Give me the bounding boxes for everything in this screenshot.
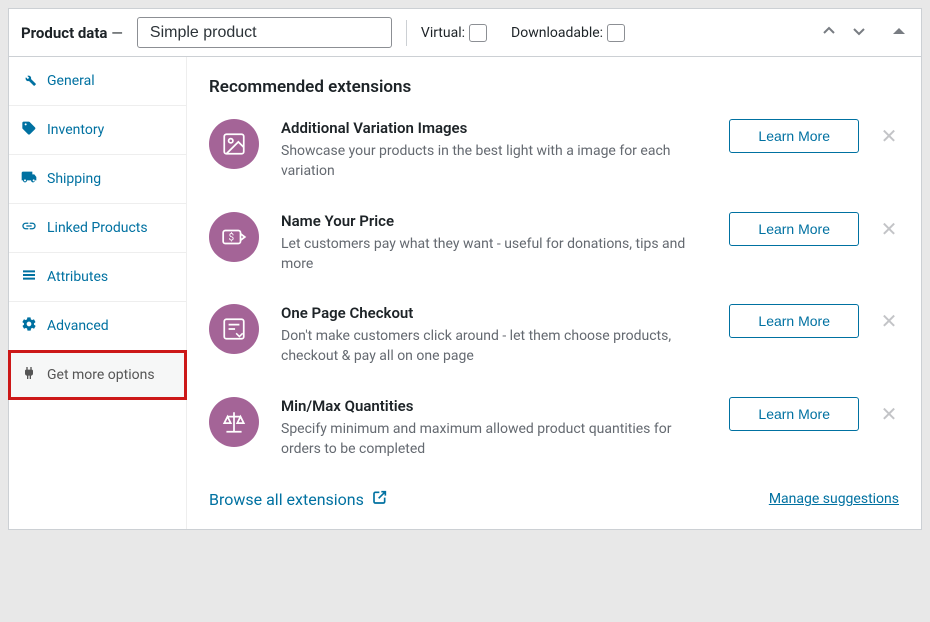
extension-body: Additional Variation Images Showcase you…	[281, 119, 707, 182]
tab-linked[interactable]: Linked Products	[9, 204, 186, 253]
wrench-icon	[21, 71, 37, 91]
manage-suggestions-link[interactable]: Manage suggestions	[769, 491, 899, 507]
extension-desc: Let customers pay what they want - usefu…	[281, 234, 707, 275]
product-type-select[interactable]: Simple product	[137, 17, 392, 48]
product-type-wrap: Simple product	[137, 17, 392, 48]
close-icon[interactable]: ✕	[879, 309, 899, 333]
extension-actions: Learn More ✕	[729, 304, 899, 338]
extension-desc: Showcase your products in the best light…	[281, 141, 707, 182]
move-down-icon[interactable]	[849, 21, 869, 45]
gear-icon	[21, 316, 37, 336]
panel-title: Product data —	[21, 24, 123, 42]
extension-desc: Specify minimum and maximum allowed prod…	[281, 419, 707, 460]
tab-linked-label: Linked Products	[47, 220, 148, 236]
extension-title: Additional Variation Images	[281, 119, 707, 137]
price-tag-icon: $	[209, 212, 259, 262]
product-type-checks: Virtual: Downloadable:	[421, 24, 625, 42]
svg-text:$: $	[229, 232, 234, 243]
downloadable-check[interactable]: Downloadable:	[511, 24, 625, 42]
extension-actions: Learn More ✕	[729, 212, 899, 246]
link-icon	[21, 218, 37, 238]
extension-title: One Page Checkout	[281, 304, 707, 322]
extension-title: Name Your Price	[281, 212, 707, 230]
panel-header: Product data — Simple product Virtual: D…	[9, 9, 921, 57]
extension-item: Additional Variation Images Showcase you…	[209, 119, 899, 182]
external-link-icon	[372, 489, 388, 509]
tab-general[interactable]: General	[9, 57, 186, 106]
extension-item: $ Name Your Price Let customers pay what…	[209, 212, 899, 275]
checkout-icon	[209, 304, 259, 354]
panel-body: General Inventory Shipping Linked Produc…	[9, 57, 921, 529]
scale-icon	[209, 397, 259, 447]
title-dash: —	[111, 24, 123, 42]
header-right	[819, 21, 909, 45]
header-divider	[406, 20, 407, 46]
move-up-icon[interactable]	[819, 21, 839, 45]
learn-more-button[interactable]: Learn More	[729, 212, 859, 246]
extension-actions: Learn More ✕	[729, 119, 899, 153]
product-data-panel: Product data — Simple product Virtual: D…	[8, 8, 922, 530]
tab-get-more-label: Get more options	[47, 367, 155, 383]
content: Recommended extensions Additional Variat…	[187, 57, 921, 529]
tab-advanced-label: Advanced	[47, 318, 109, 334]
plug-icon	[21, 365, 37, 385]
panel-title-text: Product data	[21, 24, 107, 42]
extension-body: One Page Checkout Don't make customers c…	[281, 304, 707, 367]
image-icon	[209, 119, 259, 169]
downloadable-checkbox[interactable]	[607, 24, 625, 42]
virtual-checkbox[interactable]	[469, 24, 487, 42]
learn-more-button[interactable]: Learn More	[729, 304, 859, 338]
browse-all-link[interactable]: Browse all extensions	[209, 489, 388, 509]
tab-attributes-label: Attributes	[47, 269, 108, 285]
list-icon	[21, 267, 37, 287]
tag-icon	[21, 120, 37, 140]
tab-get-more-options[interactable]: Get more options	[8, 350, 187, 400]
extension-desc: Don't make customers click around - let …	[281, 326, 707, 367]
extension-actions: Learn More ✕	[729, 397, 899, 431]
collapse-icon[interactable]	[889, 21, 909, 45]
tab-shipping[interactable]: Shipping	[9, 155, 186, 204]
extension-item: Min/Max Quantities Specify minimum and m…	[209, 397, 899, 460]
tab-inventory[interactable]: Inventory	[9, 106, 186, 155]
footer-links: Browse all extensions Manage suggestions	[209, 489, 899, 509]
tab-shipping-label: Shipping	[47, 171, 101, 187]
tab-attributes[interactable]: Attributes	[9, 253, 186, 302]
virtual-check[interactable]: Virtual:	[421, 24, 487, 42]
tab-advanced[interactable]: Advanced	[9, 302, 186, 351]
learn-more-button[interactable]: Learn More	[729, 119, 859, 153]
section-title: Recommended extensions	[209, 77, 899, 97]
extension-title: Min/Max Quantities	[281, 397, 707, 415]
downloadable-label: Downloadable:	[511, 25, 603, 41]
tab-inventory-label: Inventory	[47, 122, 104, 138]
extension-item: One Page Checkout Don't make customers c…	[209, 304, 899, 367]
learn-more-button[interactable]: Learn More	[729, 397, 859, 431]
extension-body: Min/Max Quantities Specify minimum and m…	[281, 397, 707, 460]
browse-all-label: Browse all extensions	[209, 490, 364, 509]
tab-general-label: General	[47, 73, 95, 89]
tabs: General Inventory Shipping Linked Produc…	[9, 57, 187, 529]
virtual-label: Virtual:	[421, 25, 465, 41]
extension-body: Name Your Price Let customers pay what t…	[281, 212, 707, 275]
close-icon[interactable]: ✕	[879, 124, 899, 148]
close-icon[interactable]: ✕	[879, 217, 899, 241]
truck-icon	[21, 169, 37, 189]
close-icon[interactable]: ✕	[879, 402, 899, 426]
